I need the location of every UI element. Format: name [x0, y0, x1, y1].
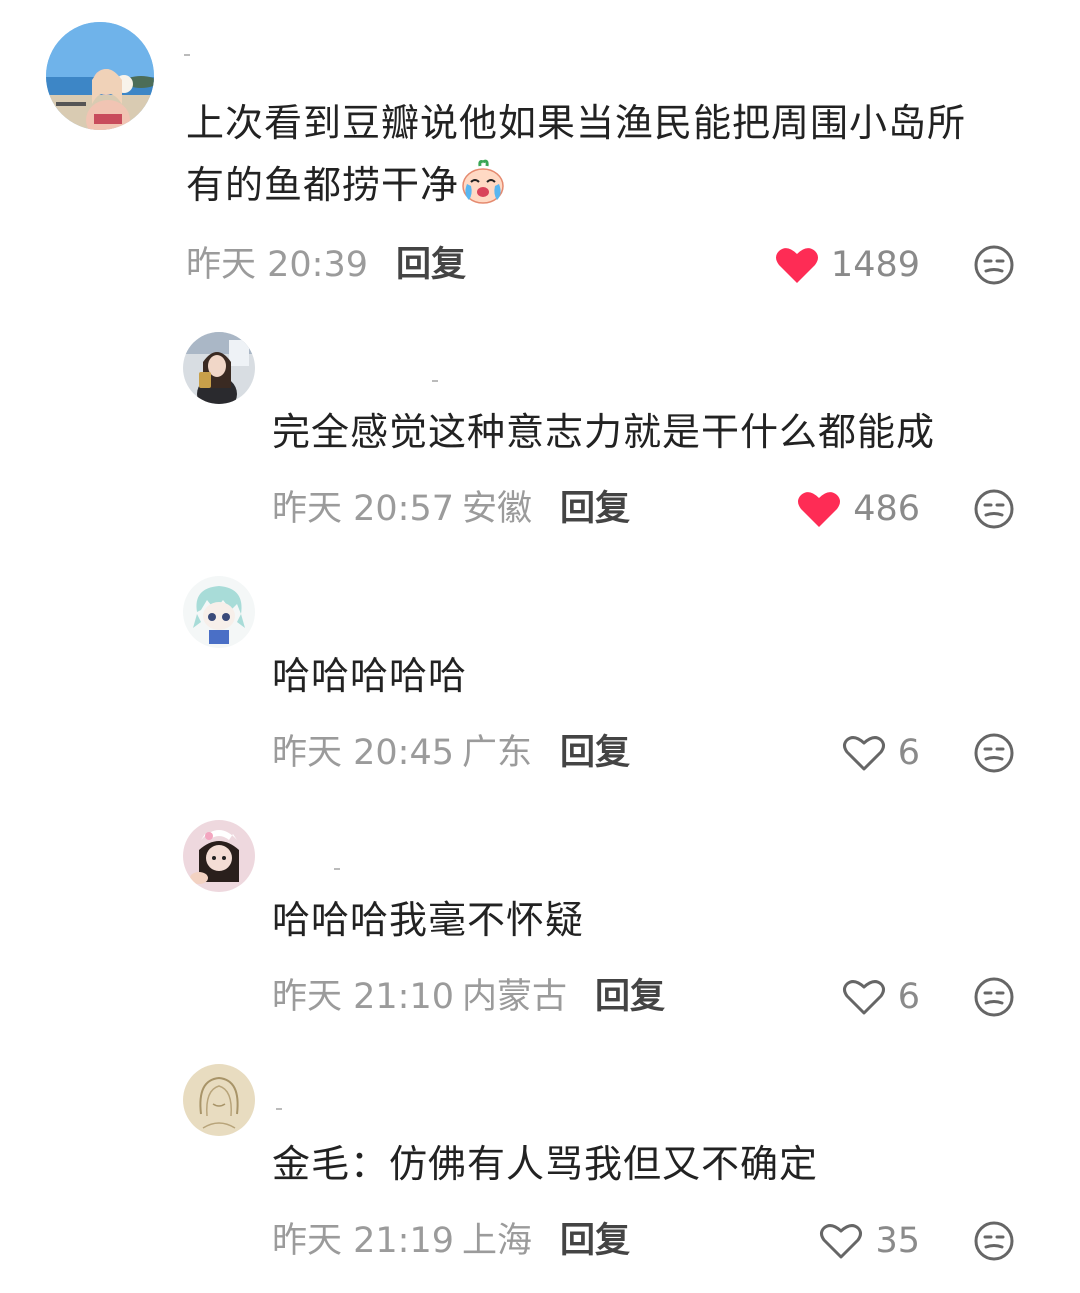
dislike-button[interactable]	[973, 244, 1015, 286]
unamused-face-icon	[973, 732, 1015, 774]
reply-button[interactable]: 回复	[560, 733, 630, 773]
comment-text-line: 上次看到豆瓣说他如果当渔民能把周围小岛所	[186, 101, 967, 145]
comment-1: 上次看到豆瓣说他如果当渔民能把周围小岛所 有的鱼都捞干净 昨天 20:39 回复 …	[0, 0, 1080, 300]
reply-button[interactable]: 回复	[595, 977, 665, 1017]
username-placeholder	[276, 1108, 282, 1110]
avatar[interactable]	[183, 576, 255, 648]
like-count: 486	[853, 489, 920, 529]
comment-time: 昨天 21:19	[272, 1221, 454, 1261]
comment-meta: 昨天 20:45 广东 回复	[272, 728, 630, 778]
comment-location: 广东	[462, 733, 533, 773]
heart-outline-icon	[842, 733, 886, 773]
comment-text: 金毛：仿佛有人骂我但又不确定	[272, 1142, 819, 1186]
unamused-face-icon	[973, 1220, 1015, 1262]
like-count: 6	[897, 733, 920, 773]
comment-location: 上海	[462, 1221, 533, 1261]
heart-outline-icon	[819, 1221, 863, 1261]
like-count: 1489	[830, 245, 920, 285]
username-placeholder	[334, 868, 340, 870]
like-button[interactable]: 35	[819, 1216, 920, 1266]
comment-time: 昨天 20:57	[272, 489, 454, 529]
comment-time: 昨天 20:45	[272, 733, 454, 773]
reply-comment-1: 完全感觉这种意志力就是干什么都能成 昨天 20:57 安徽 回复 486	[0, 300, 1080, 544]
avatar[interactable]	[183, 332, 255, 404]
reply-button[interactable]: 回复	[560, 1221, 630, 1261]
reply-comment-4: 金毛：仿佛有人骂我但又不确定 昨天 21:19 上海 回复 35	[0, 1032, 1080, 1293]
comment-meta: 昨天 20:39 回复	[186, 240, 466, 290]
like-button[interactable]: 6	[842, 972, 920, 1022]
avatar[interactable]	[46, 22, 154, 130]
reply-button[interactable]: 回复	[396, 245, 466, 285]
reply-comment-2: 哈哈哈哈哈 昨天 20:45 广东 回复 6	[0, 544, 1080, 788]
comment-meta: 昨天 21:19 上海 回复	[272, 1216, 630, 1266]
username-placeholder	[432, 380, 438, 382]
heart-icon	[775, 245, 819, 285]
like-button[interactable]: 1489	[775, 240, 920, 290]
dislike-button[interactable]	[973, 976, 1015, 1018]
comment-meta: 昨天 21:10 内蒙古 回复	[272, 972, 665, 1022]
reply-comment-3: 哈哈哈我毫不怀疑 昨天 21:10 内蒙古 回复 6	[0, 788, 1080, 1032]
comment-text: 哈哈哈哈哈	[272, 654, 468, 698]
comment-text-line: 有的鱼都捞干净	[186, 154, 1036, 224]
heart-outline-icon	[842, 977, 886, 1017]
like-count: 6	[897, 977, 920, 1017]
unamused-face-icon	[973, 244, 1015, 286]
dislike-button[interactable]	[973, 1220, 1015, 1262]
like-button[interactable]: 6	[842, 728, 920, 778]
comment-location: 内蒙古	[462, 977, 568, 1017]
unamused-face-icon	[973, 488, 1015, 530]
avatar[interactable]	[183, 1064, 255, 1136]
comment-text-span: 有的鱼都捞干净	[186, 163, 460, 207]
comment-text: 哈哈哈我毫不怀疑	[272, 898, 585, 942]
username-placeholder	[184, 54, 190, 56]
like-count: 35	[875, 1221, 920, 1261]
crying-face-emoji-icon	[459, 158, 507, 224]
comment-text: 上次看到豆瓣说他如果当渔民能把周围小岛所 有的鱼都捞干净	[186, 92, 1036, 224]
dislike-button[interactable]	[973, 488, 1015, 530]
comment-time: 昨天 21:10	[272, 977, 454, 1017]
comment-text: 完全感觉这种意志力就是干什么都能成	[272, 410, 936, 454]
comment-time: 昨天 20:39	[186, 245, 368, 285]
comment-meta: 昨天 20:57 安徽 回复	[272, 484, 630, 534]
reply-button[interactable]: 回复	[560, 489, 630, 529]
heart-icon	[797, 489, 841, 529]
dislike-button[interactable]	[973, 732, 1015, 774]
unamused-face-icon	[973, 976, 1015, 1018]
avatar[interactable]	[183, 820, 255, 892]
like-button[interactable]: 486	[797, 484, 920, 534]
comment-location: 安徽	[462, 489, 533, 529]
